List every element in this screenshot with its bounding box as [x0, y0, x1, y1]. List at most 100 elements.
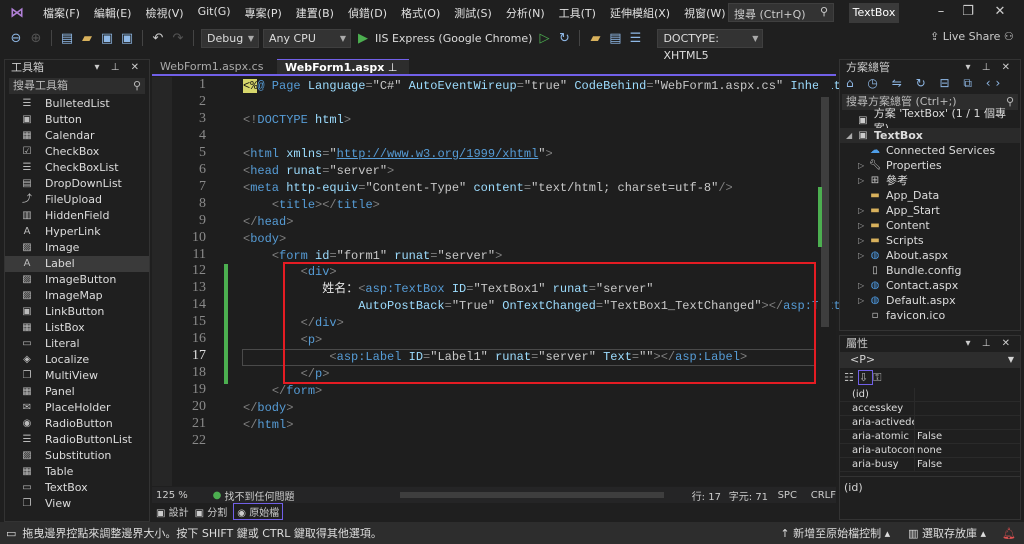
solution-tree-item[interactable]: ▷ ◍ Contact.aspx	[840, 278, 1020, 293]
code-line[interactable]: </body>	[243, 401, 293, 415]
menu-item[interactable]: 偵錯(D)	[341, 5, 394, 21]
notification-bell-icon[interactable]: 🔔︎	[1002, 527, 1016, 540]
code-line[interactable]: </html>	[243, 418, 293, 432]
menu-item[interactable]: 建置(B)	[289, 5, 341, 21]
folder-icon[interactable]: ▰	[587, 31, 603, 46]
menu-item[interactable]: 延伸模組(X)	[603, 5, 677, 21]
code-line[interactable]: <head runat="server">	[243, 164, 394, 178]
platform-dropdown[interactable]: Any CPU ▼	[263, 28, 351, 48]
solution-tree-item[interactable]: ▷ ▬ Content	[840, 218, 1020, 233]
code-line[interactable]: </head>	[243, 215, 293, 229]
expander-icon[interactable]: ▷	[858, 278, 868, 293]
solution-tree-item[interactable]: ▬ App_Data	[840, 188, 1020, 203]
menu-item[interactable]: Git(G)	[191, 5, 238, 21]
expander-icon[interactable]: ▷	[858, 293, 868, 308]
scrollbar-thumb[interactable]	[821, 97, 829, 327]
menu-item[interactable]: 工具(T)	[552, 5, 603, 21]
source-view-tab[interactable]: ◉ 原始檔	[233, 502, 284, 520]
toolbox-item[interactable]: ▨ Substitution	[5, 448, 149, 464]
redo-icon[interactable]: ↷	[170, 31, 186, 46]
forward-icon[interactable]: ⊕	[28, 31, 44, 46]
play-icon[interactable]: ▶	[355, 31, 371, 46]
solution-tree-item[interactable]: ▷ ▬ Scripts	[840, 233, 1020, 248]
panel-controls-icon[interactable]: ▾ ⊥ ✕	[966, 60, 1014, 76]
expander-icon[interactable]: ▷	[858, 173, 868, 188]
toolbox-item[interactable]: ☰ BulletedList	[5, 96, 149, 112]
toolbox-item[interactable]: ▨ ImageMap	[5, 288, 149, 304]
live-share-button[interactable]: ⇪ Live Share ⚇	[930, 30, 1014, 43]
toolbox-item[interactable]: ▥ HiddenField	[5, 208, 149, 224]
property-row[interactable]: aria-atomic False	[840, 430, 1020, 444]
tab-webform1-aspx-cs[interactable]: WebForm1.aspx.cs	[152, 59, 277, 74]
format-icon[interactable]: ☰	[627, 31, 643, 46]
toolbox-item[interactable]: ▦ ListBox	[5, 320, 149, 336]
property-value[interactable]	[914, 416, 992, 429]
save-all-icon[interactable]: ▣	[119, 31, 135, 46]
toolbox-search-input[interactable]: 搜尋工具箱 ⚲	[9, 78, 145, 94]
solution-tree-item[interactable]: ▷ ◍ Default.aspx	[840, 293, 1020, 308]
property-row[interactable]: aria-activedesce	[840, 416, 1020, 430]
toolbox-item[interactable]: ▭ Literal	[5, 336, 149, 352]
toolbox-item[interactable]: ▦ Panel	[5, 384, 149, 400]
menu-item[interactable]: 檔案(F)	[36, 5, 87, 21]
menu-item[interactable]: 分析(N)	[499, 5, 552, 21]
solution-tree-item[interactable]: ▷ ⊞ 參考	[840, 173, 1020, 188]
code-line[interactable]: <body>	[243, 232, 286, 246]
toolbox-item[interactable]: ▨ ImageButton	[5, 272, 149, 288]
property-value[interactable]: False	[914, 430, 992, 443]
menu-item[interactable]: 格式(O)	[394, 5, 447, 21]
solution-tree-item[interactable]: ▣方案 'TextBox' (1 / 1 個專案)	[840, 107, 1020, 135]
categorized-icon[interactable]: ☷	[844, 371, 858, 384]
object-selector[interactable]: <P> ▼	[840, 352, 1020, 368]
menu-item[interactable]: 測試(S)	[447, 5, 499, 21]
toolbox-item[interactable]: ▨ Image	[5, 240, 149, 256]
expander-icon[interactable]: ▷	[858, 158, 868, 173]
eol-indicator[interactable]: CRLF	[811, 490, 836, 501]
property-value[interactable]: none	[914, 444, 992, 457]
solution-tree-item[interactable]: ◢ ▣ TextBox	[840, 128, 1020, 143]
expander-icon[interactable]: ▷	[858, 203, 868, 218]
property-value[interactable]	[914, 388, 992, 401]
code-line[interactable]: <form id="form1" runat="server">	[243, 249, 502, 263]
property-value[interactable]	[914, 402, 992, 415]
horizontal-scrollbar[interactable]	[400, 492, 664, 498]
document-icon[interactable]: ▤	[607, 31, 623, 46]
toolbox-item[interactable]: ◉ RadioButton	[5, 416, 149, 432]
toolbox-item[interactable]: ◈ Localize	[5, 352, 149, 368]
property-row[interactable]: (id)	[840, 388, 1020, 402]
expander-icon[interactable]: ▷	[858, 248, 868, 263]
toolbox-item[interactable]: ▣ LinkButton	[5, 304, 149, 320]
save-icon[interactable]: ▣	[99, 31, 115, 46]
configuration-dropdown[interactable]: Debug ▼	[201, 28, 259, 48]
property-pages-icon[interactable]: ⚿	[873, 371, 885, 384]
toolbox-item[interactable]: ✉ PlaceHolder	[5, 400, 149, 416]
tab-webform1-aspx[interactable]: WebForm1.aspx ⊥ ✕	[277, 59, 409, 90]
menu-item[interactable]: 視窗(W)	[677, 5, 732, 21]
code-line[interactable]: <meta http-equiv="Content-Type" content=…	[243, 181, 733, 195]
source-control-button[interactable]: ↑ 新增至原始檔控制 ▴	[780, 525, 890, 541]
menu-item[interactable]: 編輯(E)	[87, 5, 139, 21]
panel-controls-icon[interactable]: ▾ ⊥ ✕	[95, 60, 143, 76]
expander-icon[interactable]: ◢	[846, 128, 856, 143]
expander-icon[interactable]: ▷	[858, 233, 868, 248]
toolbox-item[interactable]: ❐ MultiView	[5, 368, 149, 384]
doctype-dropdown[interactable]: DOCTYPE: XHTML5 ▼	[657, 28, 764, 62]
property-value[interactable]: False	[914, 458, 992, 471]
toolbox-item[interactable]: ⤴ FileUpload	[5, 192, 149, 208]
solution-tree-item[interactable]: ▯ Bundle.config	[840, 263, 1020, 278]
solution-tree-item[interactable]: ▷ ▬ App_Start	[840, 203, 1020, 218]
toolbox-item[interactable]: ☑ CheckBox	[5, 144, 149, 160]
refresh-icon[interactable]: ↻	[556, 31, 572, 46]
vertical-scrollbar[interactable]	[818, 77, 832, 486]
code-line[interactable]: </form>	[243, 384, 322, 398]
toolbox-item[interactable]: ▤ DropDownList	[5, 176, 149, 192]
close-button[interactable]: ✕	[990, 4, 1010, 19]
alphabetical-icon[interactable]: ⇩	[857, 370, 874, 385]
minimize-button[interactable]: –	[931, 4, 951, 19]
solution-tree-item[interactable]: ▷ 🔧︎ Properties	[840, 158, 1020, 173]
panel-controls-icon[interactable]: ▾ ⊥ ✕	[966, 336, 1014, 352]
open-folder-icon[interactable]: ▰	[79, 31, 95, 46]
solution-tree-item[interactable]: ▷ ◍ About.aspx	[840, 248, 1020, 263]
toolbox-item[interactable]: ❐ View	[5, 496, 149, 512]
repository-button[interactable]: ▥ 選取存放庫 ▴	[908, 525, 986, 541]
